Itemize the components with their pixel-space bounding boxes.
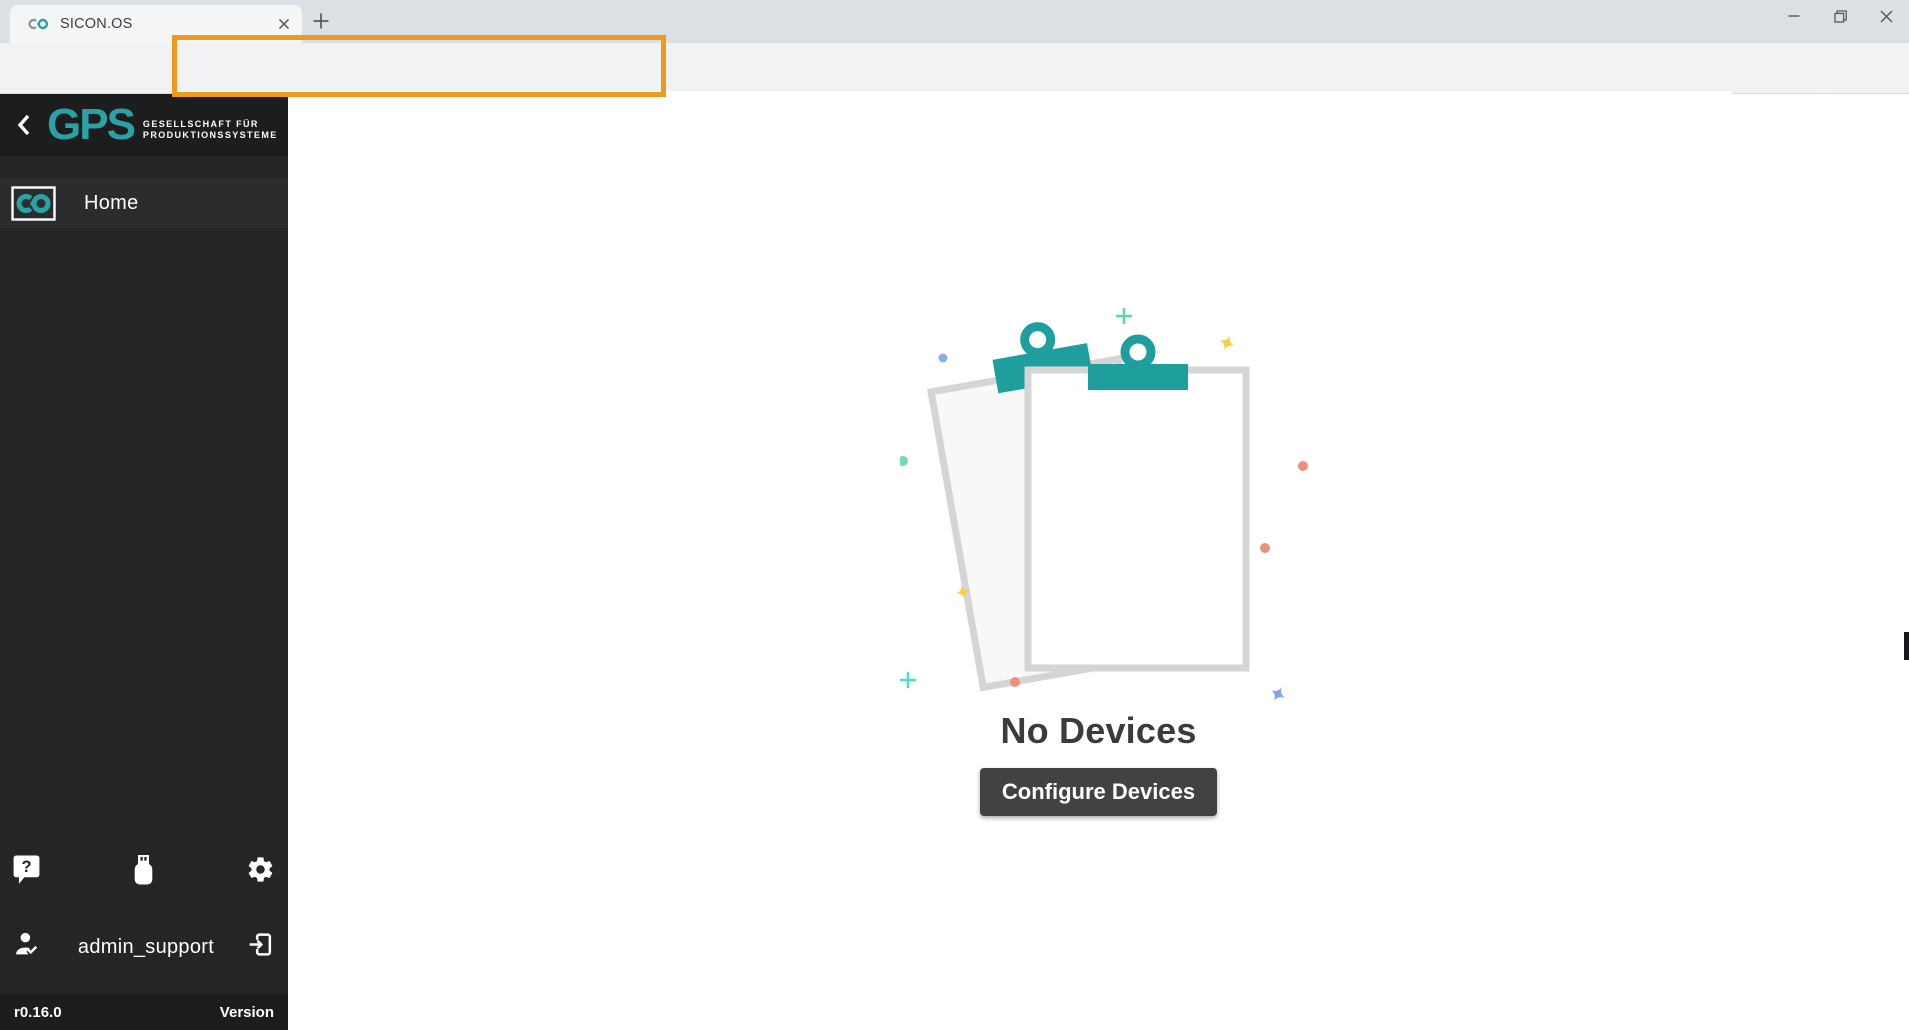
browser-toolbar: Not secure | https://siconos-cb9b.local/…: [0, 43, 1909, 94]
restore-icon[interactable]: [1817, 0, 1863, 32]
tab-sicon-os[interactable]: SICON.OS: [10, 5, 302, 43]
sidebar-header: GPS GESELLSCHAFT FÜR PRODUKTIONSSYSTEME: [0, 94, 288, 156]
new-tab-icon[interactable]: [312, 12, 330, 30]
close-window-icon[interactable]: [1863, 0, 1909, 32]
version-bar: r0.16.0 Version: [0, 994, 288, 1030]
collapse-sidebar-icon[interactable]: [16, 113, 31, 137]
empty-clipboards-illustration: [900, 290, 1320, 710]
version-label: Version: [220, 1004, 274, 1021]
configure-devices-button[interactable]: Configure Devices: [980, 768, 1217, 816]
minimize-icon[interactable]: [1771, 0, 1817, 32]
user-check-icon: [14, 931, 45, 963]
main-content: No Devices Configure Devices: [288, 94, 1909, 1030]
sidebar-tools: ?: [0, 850, 288, 894]
gps-subtitle-line1: GESELLSCHAFT FÜR: [143, 119, 278, 130]
tab-title: SICON.OS: [60, 16, 133, 32]
help-icon[interactable]: ?: [13, 854, 40, 890]
gps-subtitle-line2: PRODUKTIONSSYSTEME: [143, 130, 278, 141]
sidebar-item-home-label: Home: [84, 192, 139, 215]
sidebar: GPS GESELLSCHAFT FÜR PRODUKTIONSSYSTEME …: [0, 94, 288, 1030]
sidebar-item-home[interactable]: Home: [0, 178, 288, 228]
tab-bar: SICON.OS: [0, 0, 1909, 43]
tab-close-icon[interactable]: [276, 16, 292, 32]
browser-window: SICON.OS: [0, 0, 1909, 1030]
version-value: r0.16.0: [14, 1004, 62, 1021]
sicon-os-logo-icon: [11, 186, 56, 221]
sicon-os-favicon-icon: [28, 17, 50, 31]
sidebar-user-row[interactable]: admin_support: [0, 924, 288, 970]
username-label: admin_support: [78, 936, 214, 959]
empty-state-title: No Devices: [288, 710, 1909, 752]
gps-logo-subtitle: GESELLSCHAFT FÜR PRODUKTIONSSYSTEME: [143, 119, 278, 141]
help-question-glyph: ?: [21, 857, 31, 876]
logout-icon[interactable]: [247, 931, 274, 963]
window-controls: [1771, 0, 1909, 32]
settings-gear-icon[interactable]: [246, 855, 275, 889]
mouse-cursor: [1904, 632, 1909, 660]
usb-device-icon[interactable]: [131, 854, 156, 891]
gps-logo: GPS: [47, 103, 134, 147]
